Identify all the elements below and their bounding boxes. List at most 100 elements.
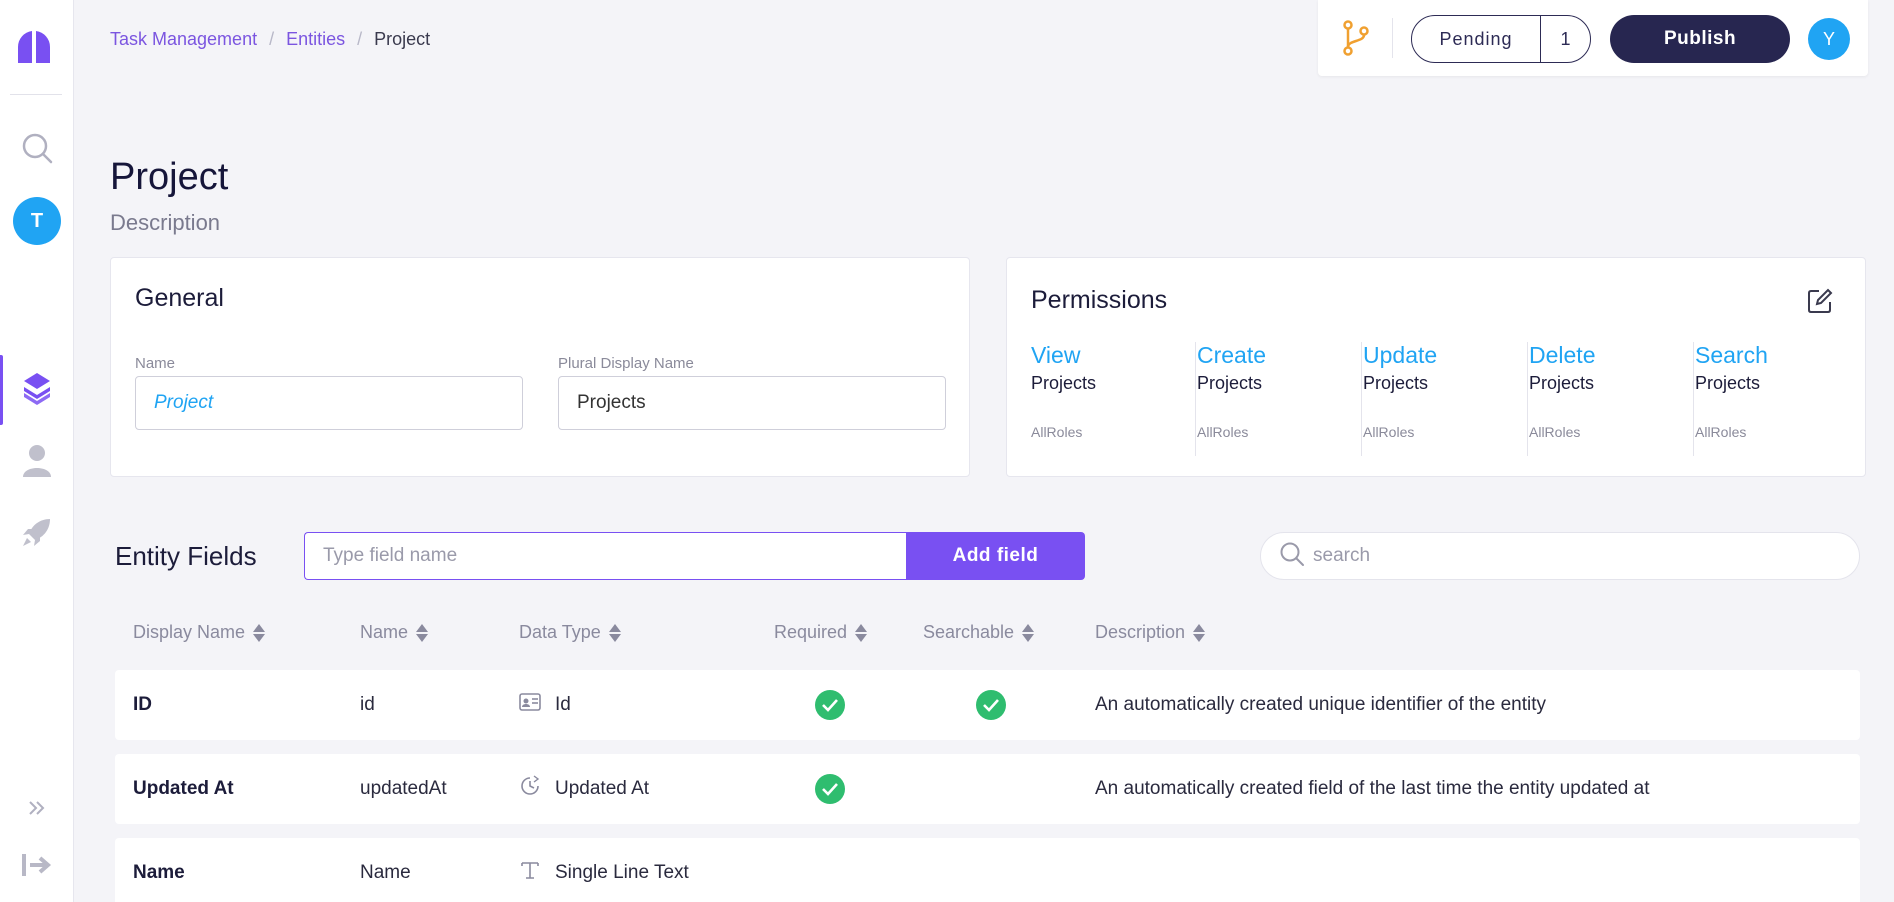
header-searchable[interactable]: Searchable — [923, 622, 1035, 643]
permissions-title: Permissions — [1031, 286, 1168, 314]
page-description[interactable]: Description — [110, 210, 220, 236]
cell-name: id — [360, 694, 375, 715]
breadcrumb-divider: / — [269, 29, 275, 49]
sort-icon — [253, 623, 266, 642]
cell-data-type: Updated At — [519, 754, 649, 824]
pending-changes-button[interactable]: Pending 1 — [1411, 15, 1591, 63]
sidebar-item-entities[interactable] — [0, 355, 74, 425]
page-title: Project — [110, 156, 229, 198]
permission-roles: AllRoles — [1529, 424, 1581, 440]
top-action-bar: Pending 1 Publish Y — [1318, 0, 1868, 76]
permission-delete: Delete Projects AllRoles — [1529, 342, 1694, 456]
breadcrumb-divider: / — [357, 29, 363, 49]
header-label: Description — [1095, 622, 1186, 642]
cell-data-type: Id — [519, 670, 571, 740]
user-avatar[interactable]: Y — [1808, 18, 1850, 60]
header-required[interactable]: Required — [774, 622, 868, 643]
cell-searchable — [976, 670, 1006, 740]
breadcrumb-task-management[interactable]: Task Management — [110, 29, 257, 50]
header-name[interactable]: Name — [360, 622, 429, 643]
permission-roles: AllRoles — [1031, 424, 1083, 440]
general-title: General — [135, 284, 224, 312]
plural-name-field[interactable]: Projects — [558, 376, 946, 430]
permission-roles: AllRoles — [1363, 424, 1415, 440]
header-label: Display Name — [133, 622, 246, 642]
cell-required — [815, 670, 845, 740]
expand-sidebar-icon[interactable] — [0, 798, 74, 818]
sort-icon — [855, 623, 868, 642]
id-card-icon — [519, 693, 541, 717]
permission-entity: Projects — [1197, 373, 1263, 393]
new-field-name-input[interactable] — [304, 532, 906, 580]
permission-entity: Projects — [1031, 373, 1097, 393]
publish-button[interactable]: Publish — [1610, 15, 1790, 63]
permission-entity: Projects — [1363, 373, 1429, 393]
layers-icon — [22, 371, 52, 409]
search-icon — [1279, 541, 1305, 571]
cell-name: Name — [360, 862, 411, 883]
git-branch-icon[interactable] — [1342, 20, 1370, 60]
permission-action-view[interactable]: View — [1031, 342, 1195, 369]
check-icon — [815, 774, 845, 804]
permission-action-update[interactable]: Update — [1363, 342, 1527, 369]
sidebar-divider — [10, 94, 62, 95]
cell-name: updatedAt — [360, 778, 447, 799]
entity-fields-title: Entity Fields — [115, 541, 257, 571]
sidebar-search[interactable] — [0, 120, 74, 180]
sidebar: T — [0, 0, 74, 902]
header-label: Searchable — [923, 622, 1015, 642]
permission-view: View Projects AllRoles — [1031, 342, 1196, 456]
field-search-box[interactable] — [1260, 532, 1860, 580]
breadcrumb: Task Management / Entities / Project — [110, 29, 430, 50]
header-label: Required — [774, 622, 848, 642]
permission-update: Update Projects AllRoles — [1363, 342, 1528, 456]
data-type-label: Updated At — [555, 778, 650, 799]
breadcrumb-entities[interactable]: Entities — [286, 29, 345, 50]
sidebar-item-roles[interactable] — [0, 432, 74, 492]
plural-name-label: Plural Display Name — [558, 355, 694, 372]
permission-entity: Projects — [1529, 373, 1595, 393]
sort-icon — [1193, 623, 1206, 642]
edit-icon[interactable] — [1807, 288, 1833, 318]
search-icon — [20, 131, 54, 169]
cell-display-name: Name — [133, 862, 185, 883]
sort-icon — [608, 623, 621, 642]
cell-description: An automatically created unique identifi… — [1095, 694, 1546, 715]
check-icon — [815, 690, 845, 720]
permissions-card: Permissions View Projects AllRoles Creat… — [1006, 257, 1866, 477]
permission-search: Search Projects AllRoles — [1695, 342, 1860, 456]
permission-entity: Projects — [1695, 373, 1761, 393]
permission-create: Create Projects AllRoles — [1197, 342, 1362, 456]
logout-icon[interactable] — [0, 852, 74, 878]
permission-action-create[interactable]: Create — [1197, 342, 1361, 369]
field-search-input[interactable] — [1313, 545, 1813, 567]
rocket-icon — [20, 515, 54, 553]
permission-roles: AllRoles — [1695, 424, 1747, 440]
permission-action-delete[interactable]: Delete — [1529, 342, 1693, 369]
header-display-name[interactable]: Display Name — [133, 622, 266, 643]
sort-icon — [416, 623, 429, 642]
table-row[interactable]: ID id Id An automatically created unique… — [115, 670, 1860, 740]
table-row[interactable]: Updated At updatedAt Updated At An autom… — [115, 754, 1860, 824]
add-field-button[interactable]: Add field — [906, 532, 1085, 580]
cell-required — [815, 754, 845, 824]
breadcrumb-current: Project — [374, 29, 431, 49]
clock-icon — [519, 775, 541, 803]
user-icon — [21, 443, 53, 481]
data-type-label: Id — [555, 694, 571, 715]
permission-action-search[interactable]: Search — [1695, 342, 1860, 369]
text-t-icon — [519, 859, 541, 887]
check-icon — [976, 690, 1006, 720]
header-data-type[interactable]: Data Type — [519, 622, 621, 643]
sidebar-workspace[interactable]: T — [0, 191, 74, 251]
cell-data-type: Single Line Text — [519, 838, 689, 902]
cell-description: An automatically created field of the la… — [1095, 778, 1650, 799]
general-card: General Name Project Plural Display Name… — [110, 257, 970, 477]
sidebar-item-deploy[interactable] — [0, 504, 74, 564]
header-description[interactable]: Description — [1095, 622, 1206, 643]
app-logo[interactable] — [14, 27, 54, 67]
header-label: Name — [360, 622, 409, 642]
name-label: Name — [135, 355, 176, 372]
table-row[interactable]: Name Name Single Line Text — [115, 838, 1860, 902]
name-field[interactable]: Project — [135, 376, 523, 430]
